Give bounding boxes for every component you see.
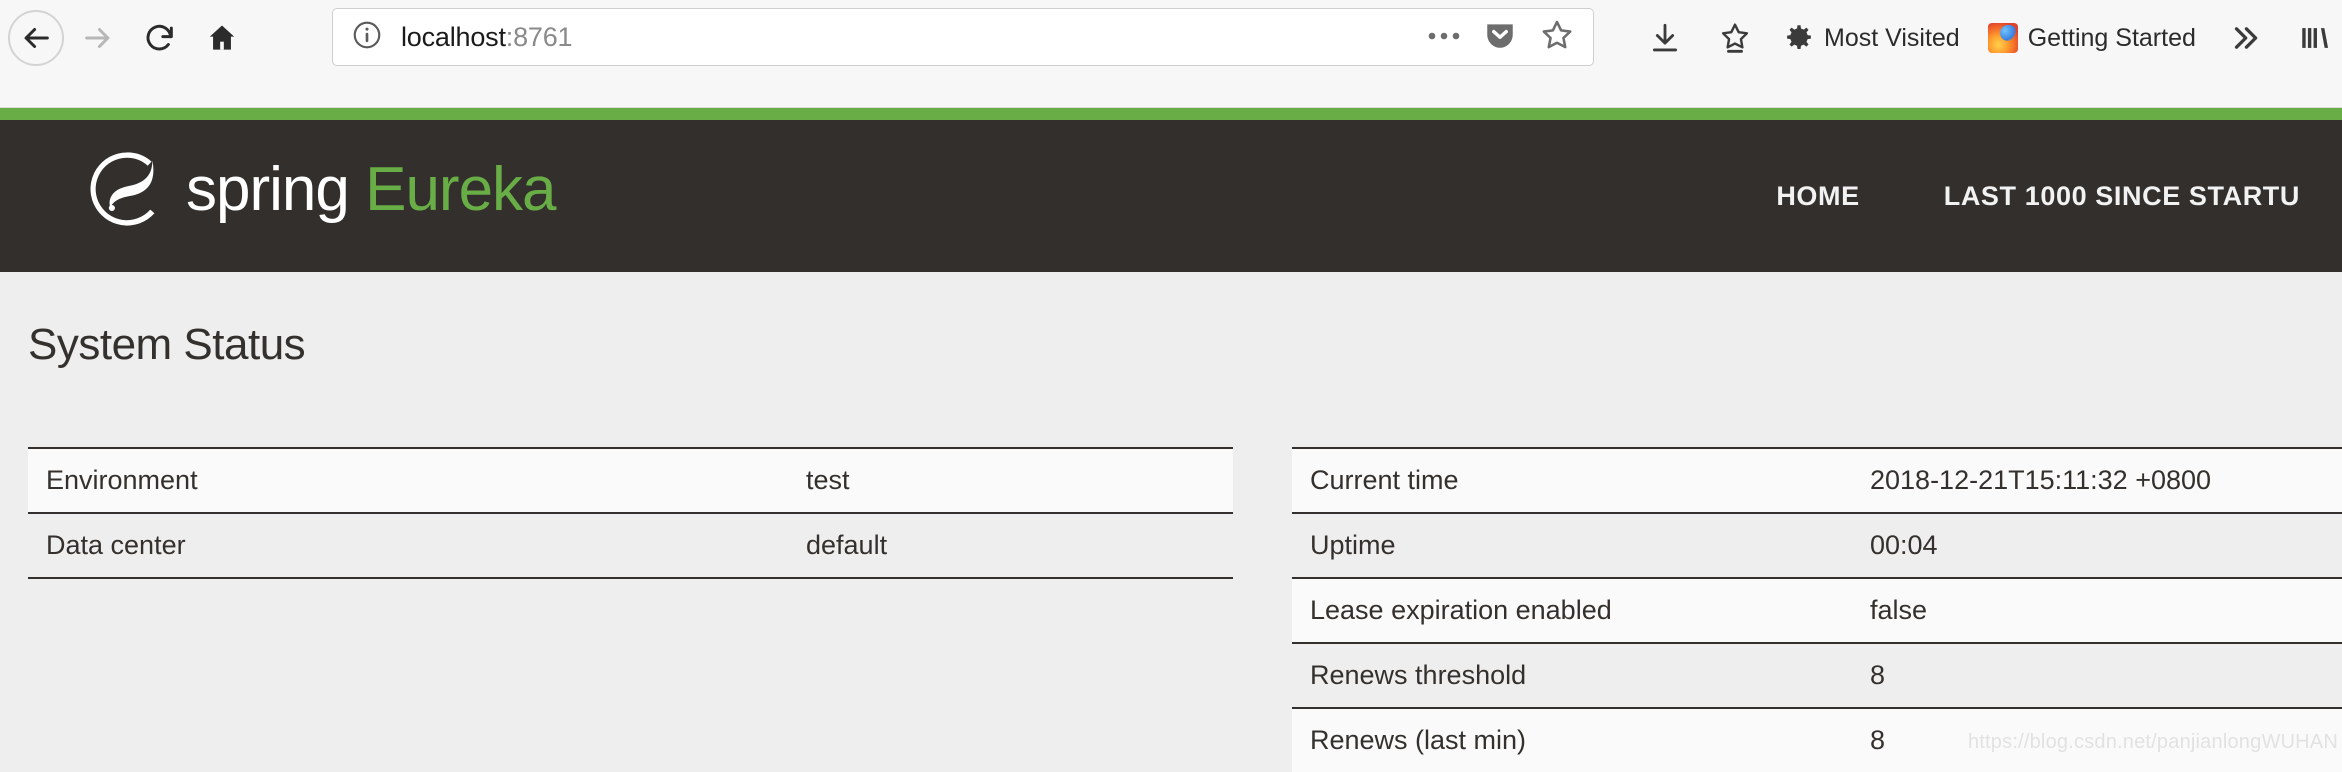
gear-icon	[1787, 25, 1811, 49]
bookmarks-toolbar-button[interactable]	[1700, 10, 1770, 66]
home-button[interactable]	[194, 10, 250, 66]
row-key: Renews (last min)	[1310, 725, 1527, 755]
row-key: Environment	[46, 465, 198, 495]
getting-started-bookmark[interactable]: Getting Started	[1974, 10, 2210, 66]
chevron-double-right-icon	[2234, 27, 2258, 49]
firefox-icon	[1987, 23, 2018, 53]
most-visited-bookmark[interactable]: Most Visited	[1770, 10, 1974, 66]
back-arrow-icon	[24, 28, 49, 48]
site-info-icon[interactable]	[351, 19, 383, 56]
getting-started-label: Getting Started	[2027, 23, 2196, 52]
brand-spring-label: spring	[186, 154, 366, 224]
browser-nav-buttons	[8, 0, 250, 76]
row-value: false	[1870, 595, 1928, 625]
page-content: System Status Environment test Data cent…	[0, 272, 2342, 772]
nav-link-last-1000-since-startup[interactable]: LAST 1000 SINCE STARTU	[1902, 181, 2342, 212]
url-port: :8761	[505, 21, 573, 52]
row-key: Data center	[46, 530, 186, 560]
library-icon	[2302, 28, 2328, 48]
address-bar-actions	[1427, 17, 1579, 58]
download-icon	[1652, 23, 1678, 52]
library-button[interactable]	[2280, 10, 2342, 66]
address-bar[interactable]: localhost:8761	[332, 8, 1594, 66]
accent-bar	[0, 108, 2342, 120]
row-value: 2018-12-21T15:11:32 +0800	[1870, 465, 2212, 495]
table-row: Environment test	[28, 448, 1233, 513]
brand-text: spring Eureka	[186, 154, 557, 225]
system-status-right-table: Current time 2018-12-21T15:11:32 +0800 U…	[1292, 447, 2342, 772]
nav-link-home[interactable]: HOME	[1734, 181, 1901, 212]
reload-button[interactable]	[132, 10, 188, 66]
overflow-button[interactable]	[2210, 10, 2280, 66]
row-key: Uptime	[1310, 530, 1396, 560]
table-row: Lease expiration enabled false	[1292, 578, 2342, 643]
system-status-left-table: Environment test Data center default	[28, 447, 1233, 579]
row-value: 00:04	[1870, 530, 1938, 560]
page-actions-icon[interactable]	[1427, 28, 1461, 46]
eureka-nav: HOME LAST 1000 SINCE STARTU	[1734, 120, 2342, 272]
most-visited-label: Most Visited	[1824, 23, 1960, 52]
pocket-icon[interactable]	[1483, 18, 1517, 57]
bookmark-star-outline-icon	[1721, 23, 1749, 53]
watermark: https://blog.csdn.net/panjianlongWUHAN	[1967, 731, 2338, 753]
page-title: System Status	[28, 320, 306, 369]
row-key: Renews threshold	[1310, 660, 1527, 690]
url-text: localhost:8761	[401, 21, 573, 53]
forward-arrow-icon	[85, 28, 110, 48]
browser-chrome: localhost:8761 Most Visited Getting Star…	[0, 0, 2342, 108]
table-row: Renews threshold 8	[1292, 643, 2342, 708]
brand[interactable]: spring Eureka	[88, 150, 557, 228]
home-icon	[209, 25, 235, 50]
url-host: localhost	[401, 21, 506, 52]
row-key: Lease expiration enabled	[1310, 595, 1612, 625]
spring-leaf-icon	[90, 152, 155, 226]
row-value: test	[806, 465, 850, 495]
forward-button[interactable]	[70, 10, 126, 66]
row-value: 8	[1870, 660, 1886, 690]
brand-eureka-label: Eureka	[365, 154, 556, 224]
table-row: Current time 2018-12-21T15:11:32 +0800	[1292, 448, 2342, 513]
browser-toolbar-right: Most Visited Getting Started	[1630, 0, 2342, 76]
bookmark-star-icon[interactable]	[1539, 17, 1575, 58]
back-button[interactable]	[8, 10, 64, 66]
table-row: Data center default	[28, 513, 1233, 578]
row-key: Current time	[1310, 465, 1459, 495]
downloads-button[interactable]	[1630, 10, 1700, 66]
reload-icon	[146, 24, 173, 51]
row-value: default	[806, 530, 888, 560]
table-row: Uptime 00:04	[1292, 513, 2342, 578]
eureka-header: spring Eureka HOME LAST 1000 SINCE START…	[0, 120, 2342, 272]
